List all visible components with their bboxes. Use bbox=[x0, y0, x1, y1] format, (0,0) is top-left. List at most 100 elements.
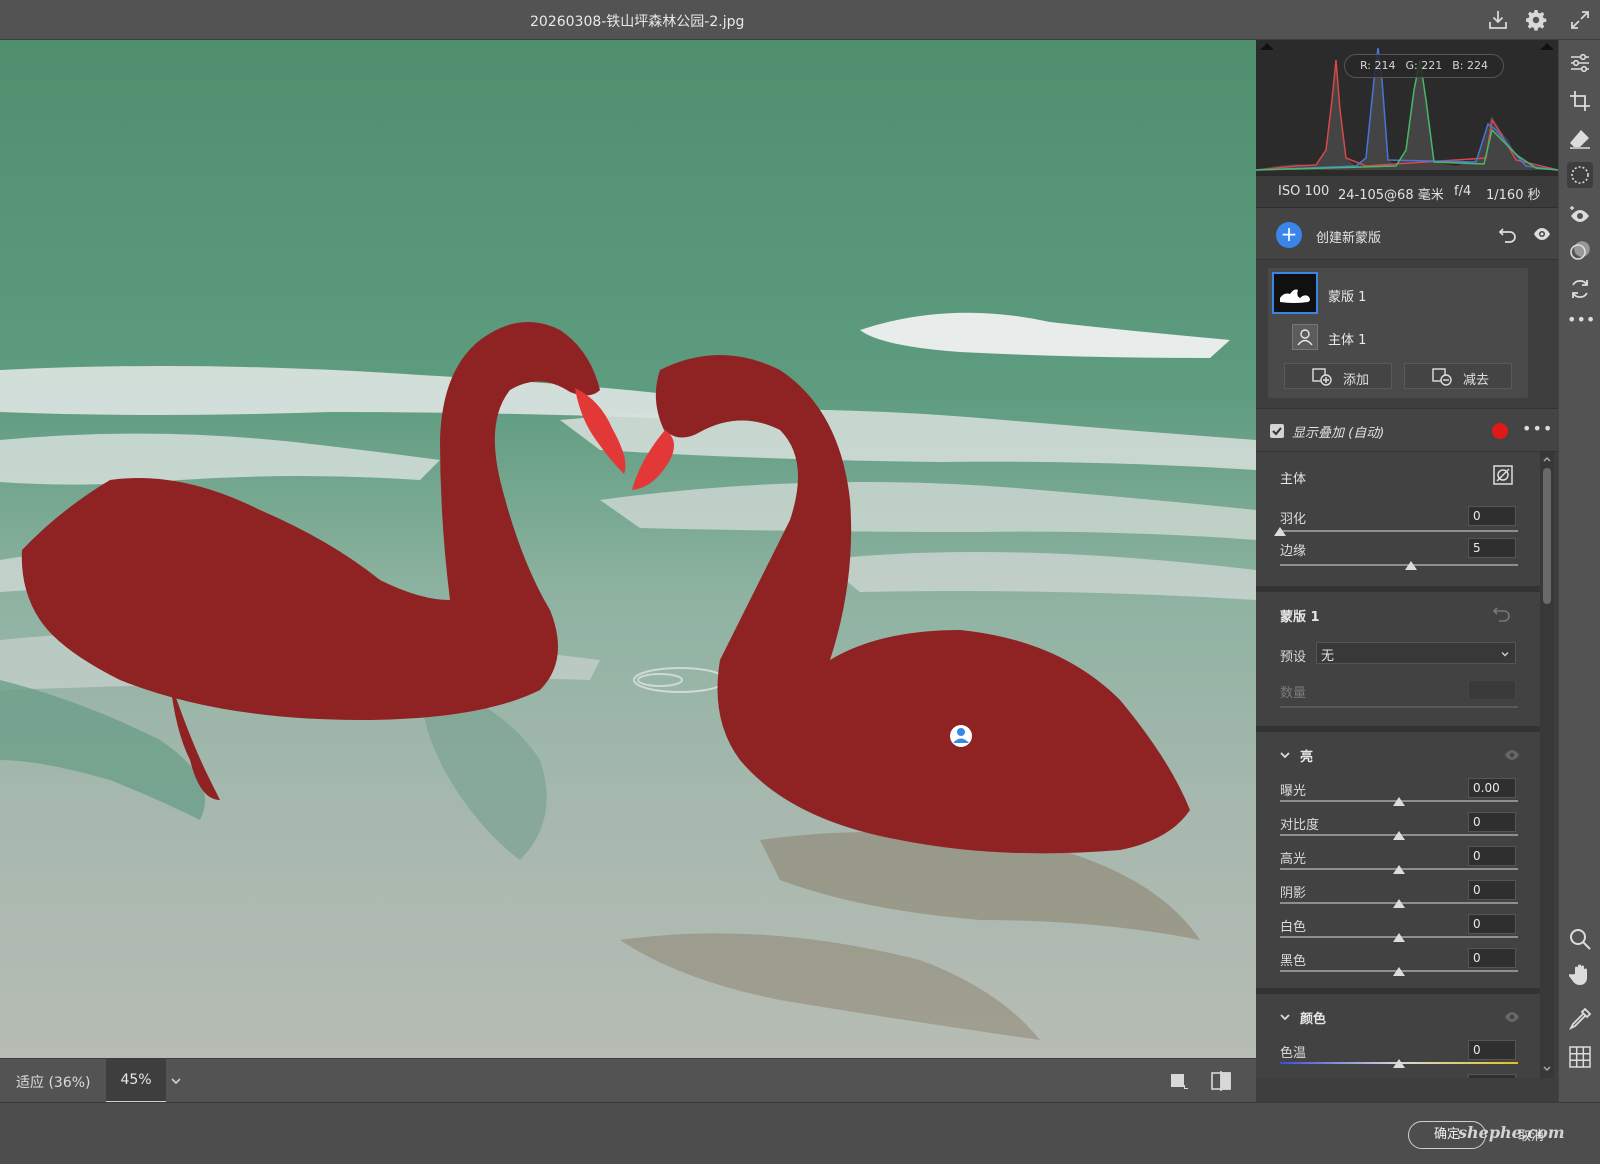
single-view-icon[interactable] bbox=[1168, 1071, 1190, 1091]
watermark: shephe.com bbox=[1458, 1123, 1565, 1142]
subtract-mask-button[interactable]: 减去 bbox=[1404, 363, 1512, 389]
slider-label: 曝光 bbox=[1280, 784, 1307, 799]
feather-label: 羽化 bbox=[1280, 512, 1307, 527]
slider-thumb[interactable] bbox=[1393, 933, 1405, 942]
edge-value[interactable]: 5 bbox=[1468, 538, 1516, 558]
slider-value[interactable]: 0 bbox=[1468, 948, 1516, 968]
document-title: 20260308-铁山坪森林公园-2.jpg bbox=[530, 14, 745, 30]
more-icon[interactable]: ••• bbox=[1522, 419, 1553, 438]
feather-value[interactable]: 0 bbox=[1468, 506, 1516, 526]
slider-label: 黑色 bbox=[1280, 954, 1307, 969]
light-section: 亮 曝光 0.00 对比度 0 高光 0 阴影 0 白色 0 黑色 0 bbox=[1256, 732, 1540, 988]
chevron-down-icon[interactable] bbox=[1278, 1010, 1292, 1024]
mask-1-label[interactable]: 蒙版 1 bbox=[1328, 286, 1366, 305]
overlay-color-swatch[interactable] bbox=[1492, 423, 1508, 439]
exif-lens: 24-105@68 毫米 bbox=[1338, 188, 1444, 203]
mask-tool-icon[interactable] bbox=[1567, 162, 1593, 188]
slider-thumb[interactable] bbox=[1393, 797, 1405, 806]
person-icon[interactable] bbox=[1292, 324, 1318, 350]
slider-value[interactable]: 0 bbox=[1468, 880, 1516, 900]
slider-value[interactable]: 0 bbox=[1468, 914, 1516, 934]
add-mask-button[interactable]: 添加 bbox=[1284, 363, 1392, 389]
histogram: R: 214 G: 221 B: 224 bbox=[1255, 40, 1559, 176]
chevron-up-icon[interactable] bbox=[1542, 454, 1552, 464]
slider-value[interactable]: 0 bbox=[1468, 846, 1516, 866]
slider-thumb[interactable] bbox=[1393, 1059, 1405, 1068]
crop-icon[interactable] bbox=[1567, 88, 1593, 114]
edge-label: 边缘 bbox=[1280, 544, 1307, 559]
mask-header: + 创建新蒙版 bbox=[1256, 208, 1558, 260]
tool-strip: ••• bbox=[1558, 40, 1600, 1102]
slider-label: 对比度 bbox=[1280, 818, 1320, 833]
mask-list: 蒙版 1 主体 1 添加 减去 bbox=[1268, 268, 1528, 398]
image-canvas[interactable] bbox=[0, 40, 1256, 1058]
slider-label: 高光 bbox=[1280, 852, 1307, 867]
subject-1-label[interactable]: 主体 1 bbox=[1328, 329, 1366, 348]
eye-icon[interactable] bbox=[1504, 748, 1520, 762]
slider-label: 白色 bbox=[1280, 920, 1307, 935]
exif-shutter: 1/160 秒 bbox=[1486, 188, 1541, 203]
save-icon[interactable] bbox=[1486, 8, 1510, 32]
sync-icon[interactable] bbox=[1567, 276, 1593, 302]
slider-label: 色调 bbox=[1280, 1076, 1306, 1078]
slider-thumb[interactable] bbox=[1393, 865, 1405, 874]
panel-scrollbar[interactable] bbox=[1540, 452, 1554, 1078]
exif-info: ISO 100 24-105@68 毫米 f/4 1/160 秒 bbox=[1256, 176, 1558, 208]
grid-icon[interactable] bbox=[1567, 1044, 1593, 1070]
exif-iso: ISO 100 bbox=[1278, 184, 1330, 199]
scrollbar-thumb[interactable] bbox=[1543, 468, 1551, 604]
subtract-icon bbox=[1432, 368, 1452, 386]
rgb-readout: R: 214 G: 221 B: 224 bbox=[1344, 54, 1504, 78]
shadow-clip-icon[interactable] bbox=[1260, 43, 1274, 50]
camera-raw-window: 20260308-铁山坪森林公园-2.jpg 适应 (36%) 45% R: 2… bbox=[0, 0, 1600, 1164]
chevron-down-icon[interactable] bbox=[1278, 748, 1292, 762]
slider-thumb[interactable] bbox=[1393, 831, 1405, 840]
reset-icon[interactable] bbox=[1498, 225, 1518, 243]
mask-section-title: 蒙版 1 bbox=[1280, 610, 1320, 625]
fullscreen-icon[interactable] bbox=[1568, 8, 1592, 32]
gear-icon[interactable] bbox=[1524, 8, 1548, 32]
adjustments-scroll[interactable]: 主体 羽化 0 边缘 5 蒙版 1 预设 无 数量 亮 曝光 0.00 对比度 … bbox=[1256, 452, 1540, 1078]
eye-icon[interactable] bbox=[1532, 225, 1552, 243]
subject-section: 主体 羽化 0 边缘 5 bbox=[1256, 452, 1540, 586]
hand-icon[interactable] bbox=[1567, 962, 1593, 988]
zoom-level-button[interactable]: 45% bbox=[106, 1059, 166, 1103]
color-section: 颜色 色温 0 色调 0 bbox=[1256, 994, 1540, 1078]
exif-aperture: f/4 bbox=[1454, 184, 1472, 199]
feather-track[interactable] bbox=[1280, 530, 1518, 532]
highlight-clip-icon[interactable] bbox=[1540, 43, 1554, 50]
slider-value[interactable]: 0 bbox=[1468, 812, 1516, 832]
presets-icon[interactable] bbox=[1567, 238, 1593, 264]
eyedropper-icon[interactable] bbox=[1567, 1006, 1593, 1032]
feather-thumb[interactable] bbox=[1274, 527, 1286, 536]
edge-track[interactable] bbox=[1280, 564, 1518, 566]
zoom-icon[interactable] bbox=[1567, 926, 1593, 952]
slider-thumb[interactable] bbox=[1393, 967, 1405, 976]
edge-thumb[interactable] bbox=[1404, 561, 1417, 570]
invert-icon[interactable] bbox=[1492, 464, 1514, 486]
slider-value[interactable]: 0.00 bbox=[1468, 778, 1516, 798]
before-after-icon[interactable] bbox=[1210, 1071, 1232, 1091]
zoom-fit-button[interactable]: 适应 (36%) bbox=[16, 1072, 91, 1092]
slider-value[interactable]: 0 bbox=[1468, 1040, 1516, 1060]
mask-section: 蒙版 1 预设 无 数量 bbox=[1256, 592, 1540, 726]
sliders-icon[interactable] bbox=[1567, 50, 1593, 76]
more-icon[interactable]: ••• bbox=[1567, 312, 1595, 338]
chevron-down-icon bbox=[1501, 652, 1509, 657]
color-title: 颜色 bbox=[1300, 1012, 1327, 1027]
mask-thumbnail[interactable] bbox=[1272, 272, 1318, 314]
mask-pin-icon[interactable] bbox=[950, 725, 972, 747]
slider-thumb[interactable] bbox=[1393, 899, 1405, 908]
overlay-label: 显示叠加 (自动) bbox=[1292, 426, 1385, 441]
slider-value[interactable]: 0 bbox=[1468, 1074, 1516, 1078]
eraser-icon[interactable] bbox=[1567, 126, 1593, 152]
chevron-down-icon[interactable] bbox=[1542, 1064, 1552, 1074]
overlay-checkbox[interactable] bbox=[1270, 424, 1284, 438]
chevron-down-icon[interactable] bbox=[168, 1073, 184, 1089]
redeye-icon[interactable] bbox=[1567, 202, 1593, 228]
reset-icon[interactable] bbox=[1492, 604, 1512, 622]
eye-icon[interactable] bbox=[1504, 1010, 1520, 1024]
create-mask-button[interactable]: + bbox=[1276, 222, 1302, 248]
footer: 确定 取消 shephe.com bbox=[0, 1102, 1600, 1164]
preset-select[interactable]: 无 bbox=[1316, 642, 1516, 664]
